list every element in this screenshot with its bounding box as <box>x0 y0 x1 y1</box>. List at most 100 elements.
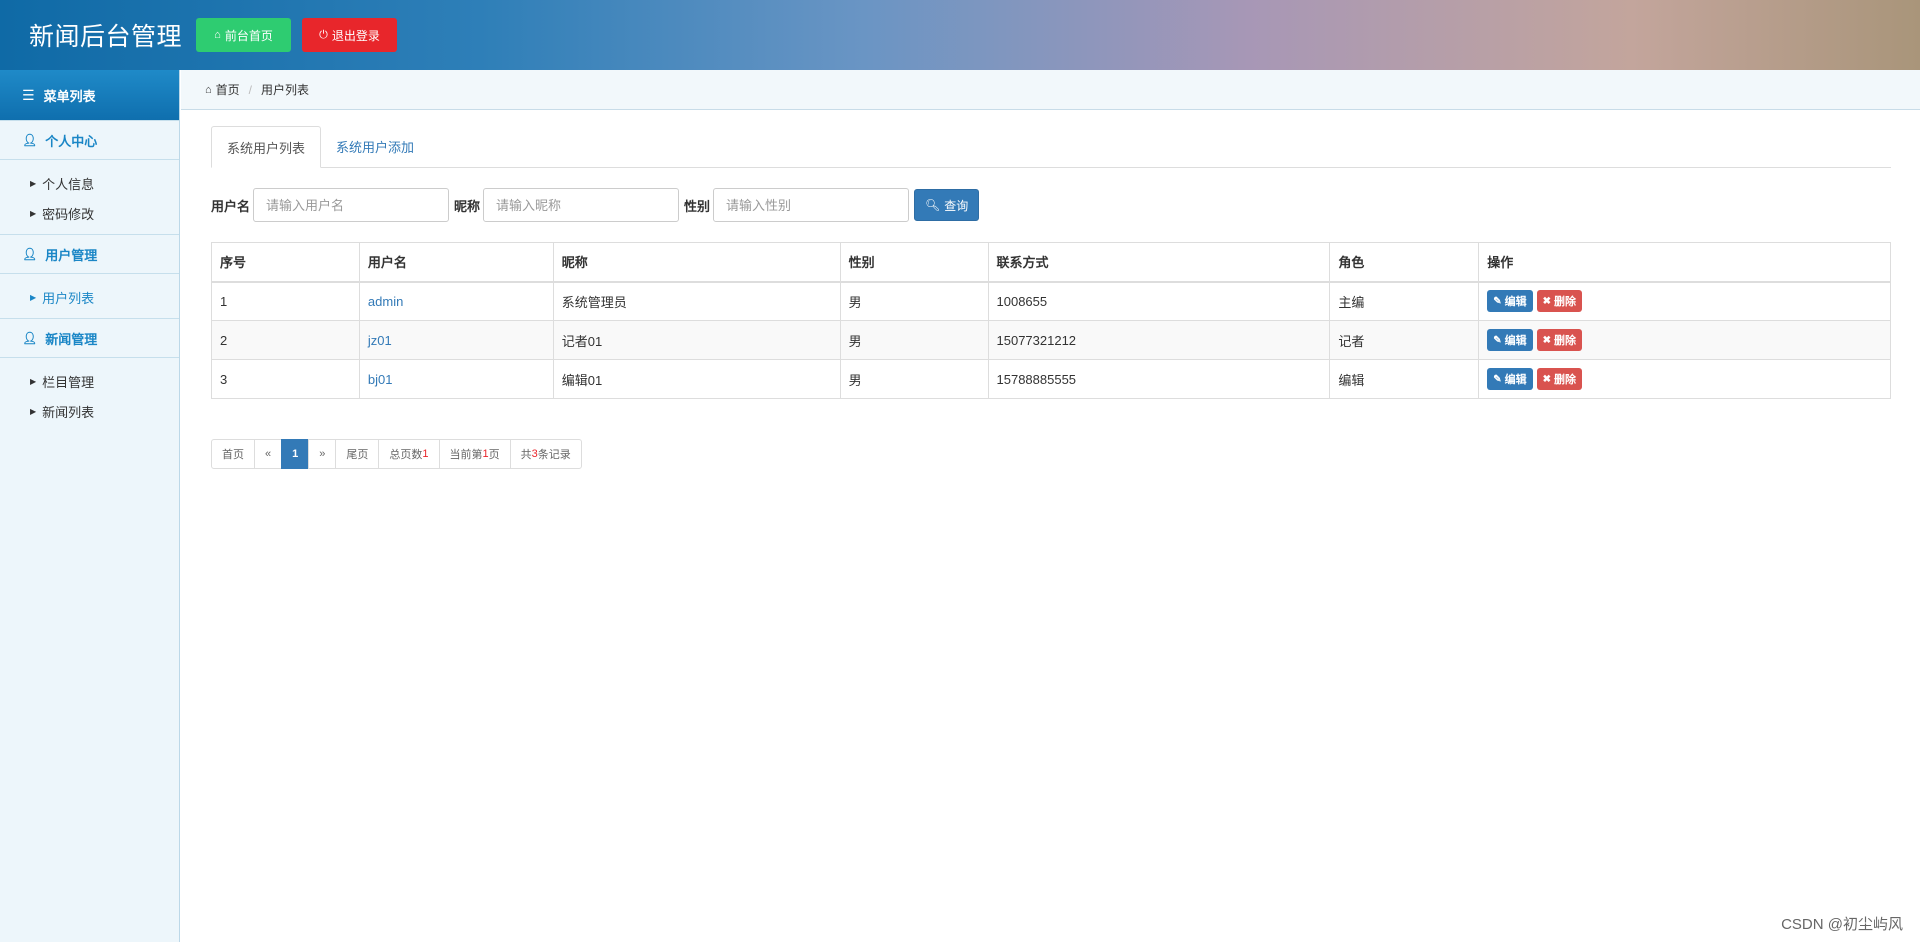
logout-label: 退出登录 <box>331 28 380 43</box>
home-icon: ⌂ <box>205 83 212 96</box>
nickname-input[interactable] <box>483 188 680 222</box>
cell-gender: 男 <box>839 359 989 399</box>
cell-gender: 男 <box>839 320 989 360</box>
breadcrumb-current: 用户列表 <box>261 83 310 97</box>
cell-actions: ✎ 编辑 ✖ 删除 <box>1478 281 1891 321</box>
sidebar-title: ☰ 菜单列表 <box>0 70 179 120</box>
cell-nickname: 系统管理员 <box>552 281 841 321</box>
cell-nickname: 编辑01 <box>552 359 841 399</box>
col-header-nickname: 昵称 <box>552 242 841 283</box>
caret-right-icon: ▶ <box>30 292 37 302</box>
total-pages-value: 1 <box>422 448 429 460</box>
delete-label: 删除 <box>1554 296 1576 309</box>
user-table: 序号 用户名 昵称 性别 联系方式 角色 操作 1 admin 系统管理员 男 … <box>211 242 1891 399</box>
pager-record-count: 共 3 条记录 <box>509 439 582 469</box>
sidebar-section-news[interactable]: 👤︎ 新闻管理 <box>0 318 179 358</box>
breadcrumb-home[interactable]: 首页 <box>216 81 240 98</box>
total-pages-label: 总页数 <box>389 449 423 461</box>
delete-button[interactable]: ✖ 删除 <box>1536 329 1582 351</box>
watermark: CSDN @初尘屿风 <box>1781 916 1903 933</box>
sidebar-section-personal[interactable]: 👤︎ 个人中心 <box>0 120 179 160</box>
cell-actions: ✎ 编辑 ✖ 删除 <box>1478 320 1891 360</box>
tab-user-list[interactable]: 系统用户列表 <box>211 126 322 168</box>
cell-actions: ✎ 编辑 ✖ 删除 <box>1478 359 1891 399</box>
table-header-row: 序号 用户名 昵称 性别 联系方式 角色 操作 <box>211 242 1891 283</box>
sidebar-item-label: 栏目管理 <box>42 374 95 390</box>
pager-prev[interactable]: « <box>254 439 283 469</box>
pager-first[interactable]: 首页 <box>211 439 255 469</box>
main-area: ⌂ 首页 / 用户列表 系统用户列表 系统用户添加 用户名 昵称 性别 🔍︎ 查… <box>181 70 1920 942</box>
sidebar: ☰ 菜单列表 👤︎ 个人中心 ▶ 个人信息 ▶ 密码修改 👤︎ 用户管理 ▶ 用… <box>0 70 180 942</box>
breadcrumb-separator: / <box>248 82 253 97</box>
query-button[interactable]: 🔍︎ 查询 <box>914 189 980 221</box>
sidebar-section-users[interactable]: 👤︎ 用户管理 <box>0 234 179 274</box>
sidebar-item-user-list[interactable]: ▶ 用户列表 <box>0 282 179 312</box>
gender-input[interactable] <box>713 188 910 222</box>
pager-current-page[interactable]: 1 <box>281 439 310 469</box>
cell-contact: 1008655 <box>987 281 1331 321</box>
sidebar-item-personal-info[interactable]: ▶ 个人信息 <box>0 168 179 198</box>
sidebar-item-news-list[interactable]: ▶ 新闻列表 <box>0 396 179 426</box>
cell-username[interactable]: bj01 <box>358 359 554 399</box>
username-input[interactable] <box>253 188 450 222</box>
sidebar-item-category[interactable]: ▶ 栏目管理 <box>0 366 179 396</box>
logout-button[interactable]: ⏻ 退出登录 <box>302 18 398 52</box>
close-icon: ✖ <box>1542 334 1551 346</box>
edit-button[interactable]: ✎ 编辑 <box>1487 290 1533 313</box>
username-label: 用户名 <box>211 198 251 214</box>
pager-total-pages: 总页数 1 <box>378 439 440 469</box>
pager-next[interactable]: » <box>308 439 337 469</box>
breadcrumb: ⌂ 首页 / 用户列表 <box>181 70 1920 110</box>
content-panel: 系统用户列表 系统用户添加 用户名 昵称 性别 🔍︎ 查询 序号 用户名 <box>211 126 1891 469</box>
cell-no: 1 <box>211 281 360 321</box>
sidebar-item-label: 个人信息 <box>42 176 95 192</box>
sidebar-item-password[interactable]: ▶ 密码修改 <box>0 198 179 228</box>
section-label: 用户管理 <box>45 247 98 263</box>
cell-gender: 男 <box>839 281 989 321</box>
search-form: 用户名 昵称 性别 🔍︎ 查询 <box>211 188 1891 222</box>
sidebar-item-label: 密码修改 <box>42 206 95 222</box>
cell-contact: 15788885555 <box>987 359 1331 399</box>
home-page-button[interactable]: ⌂ 前台首页 <box>196 18 292 52</box>
cell-username[interactable]: admin <box>358 281 554 321</box>
close-icon: ✖ <box>1542 373 1551 385</box>
cell-no: 2 <box>211 320 360 360</box>
tab-user-add[interactable]: 系统用户添加 <box>321 125 429 167</box>
sidebar-item-label: 新闻列表 <box>42 404 95 420</box>
delete-button[interactable]: ✖ 删除 <box>1536 368 1582 390</box>
col-header-username: 用户名 <box>358 242 554 283</box>
pager-current-info: 当前第 1 页 <box>438 439 511 469</box>
sidebar-item-label: 用户列表 <box>42 290 95 306</box>
cell-no: 3 <box>211 359 360 399</box>
list-icon: ☰ <box>22 86 35 103</box>
records-label-pre: 共 <box>520 449 532 461</box>
user-icon: 👤︎ <box>22 133 38 147</box>
nickname-label: 昵称 <box>454 198 481 214</box>
tab-bar: 系统用户列表 系统用户添加 <box>211 126 1891 168</box>
col-header-gender: 性别 <box>839 242 989 283</box>
home-icon: ⌂ <box>214 29 221 41</box>
section-label: 新闻管理 <box>45 331 98 347</box>
edit-label: 编辑 <box>1504 374 1527 386</box>
user-icon: 👤︎ <box>22 247 38 261</box>
edit-button[interactable]: ✎ 编辑 <box>1487 368 1533 390</box>
caret-right-icon: ▶ <box>30 376 37 386</box>
edit-button[interactable]: ✎ 编辑 <box>1487 329 1533 351</box>
cell-username[interactable]: jz01 <box>358 320 554 360</box>
col-header-contact: 联系方式 <box>987 242 1331 283</box>
pencil-icon: ✎ <box>1493 373 1502 385</box>
edit-label: 编辑 <box>1504 296 1527 309</box>
pager-last[interactable]: 尾页 <box>335 439 380 469</box>
col-header-no: 序号 <box>211 242 360 283</box>
current-page-label-post: 页 <box>488 449 500 461</box>
delete-button[interactable]: ✖ 删除 <box>1536 290 1582 313</box>
table-row: 3 bj01 编辑01 男 15788885555 编辑 ✎ 编辑 ✖ 删除 <box>211 359 1891 399</box>
search-icon: 🔍︎ <box>925 198 941 212</box>
user-icon: 👤︎ <box>22 331 38 345</box>
delete-label: 删除 <box>1554 374 1576 386</box>
caret-right-icon: ▶ <box>30 208 37 218</box>
cell-role: 主编 <box>1329 281 1480 321</box>
cell-nickname: 记者01 <box>552 320 841 360</box>
pencil-icon: ✎ <box>1493 295 1502 307</box>
top-header: 新闻后台管理 ⌂ 前台首页 ⏻ 退出登录 <box>0 0 1920 70</box>
